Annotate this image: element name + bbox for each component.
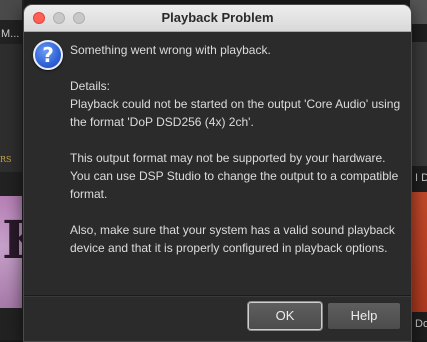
- album-art-tile[interactable]: [410, 192, 427, 312]
- message-advice: Also, make sure that your system has a v…: [70, 223, 395, 255]
- album-art-tile[interactable]: [410, 0, 427, 24]
- message-body: Something went wrong with playback. Deta…: [70, 41, 406, 257]
- button-bar: OK Help: [24, 295, 411, 341]
- album-art-tile[interactable]: RS: [0, 44, 22, 172]
- album-label: I D: [415, 172, 427, 184]
- background-right-panel: [410, 0, 427, 340]
- help-button[interactable]: Help: [327, 302, 401, 330]
- album-label: Do: [415, 318, 427, 330]
- message-summary: Something went wrong with playback.: [70, 43, 271, 57]
- album-label: M...: [1, 28, 20, 40]
- album-art-tile[interactable]: [0, 0, 22, 20]
- title-bar[interactable]: Playback Problem: [24, 5, 411, 32]
- background-left-panel: M... RS K: [0, 0, 47, 340]
- dialog-title: Playback Problem: [161, 10, 274, 25]
- album-art-text: RS: [0, 155, 12, 164]
- playback-problem-dialog: Playback Problem ? Something went wrong …: [23, 4, 412, 342]
- album-art-tile[interactable]: K: [0, 196, 47, 308]
- message-details: Details: Playback could not be started o…: [70, 79, 401, 129]
- message-hint: This output format may not be supported …: [70, 151, 399, 201]
- question-icon: ?: [33, 40, 63, 70]
- album-art-tile[interactable]: [410, 42, 427, 166]
- ok-button[interactable]: OK: [248, 302, 322, 330]
